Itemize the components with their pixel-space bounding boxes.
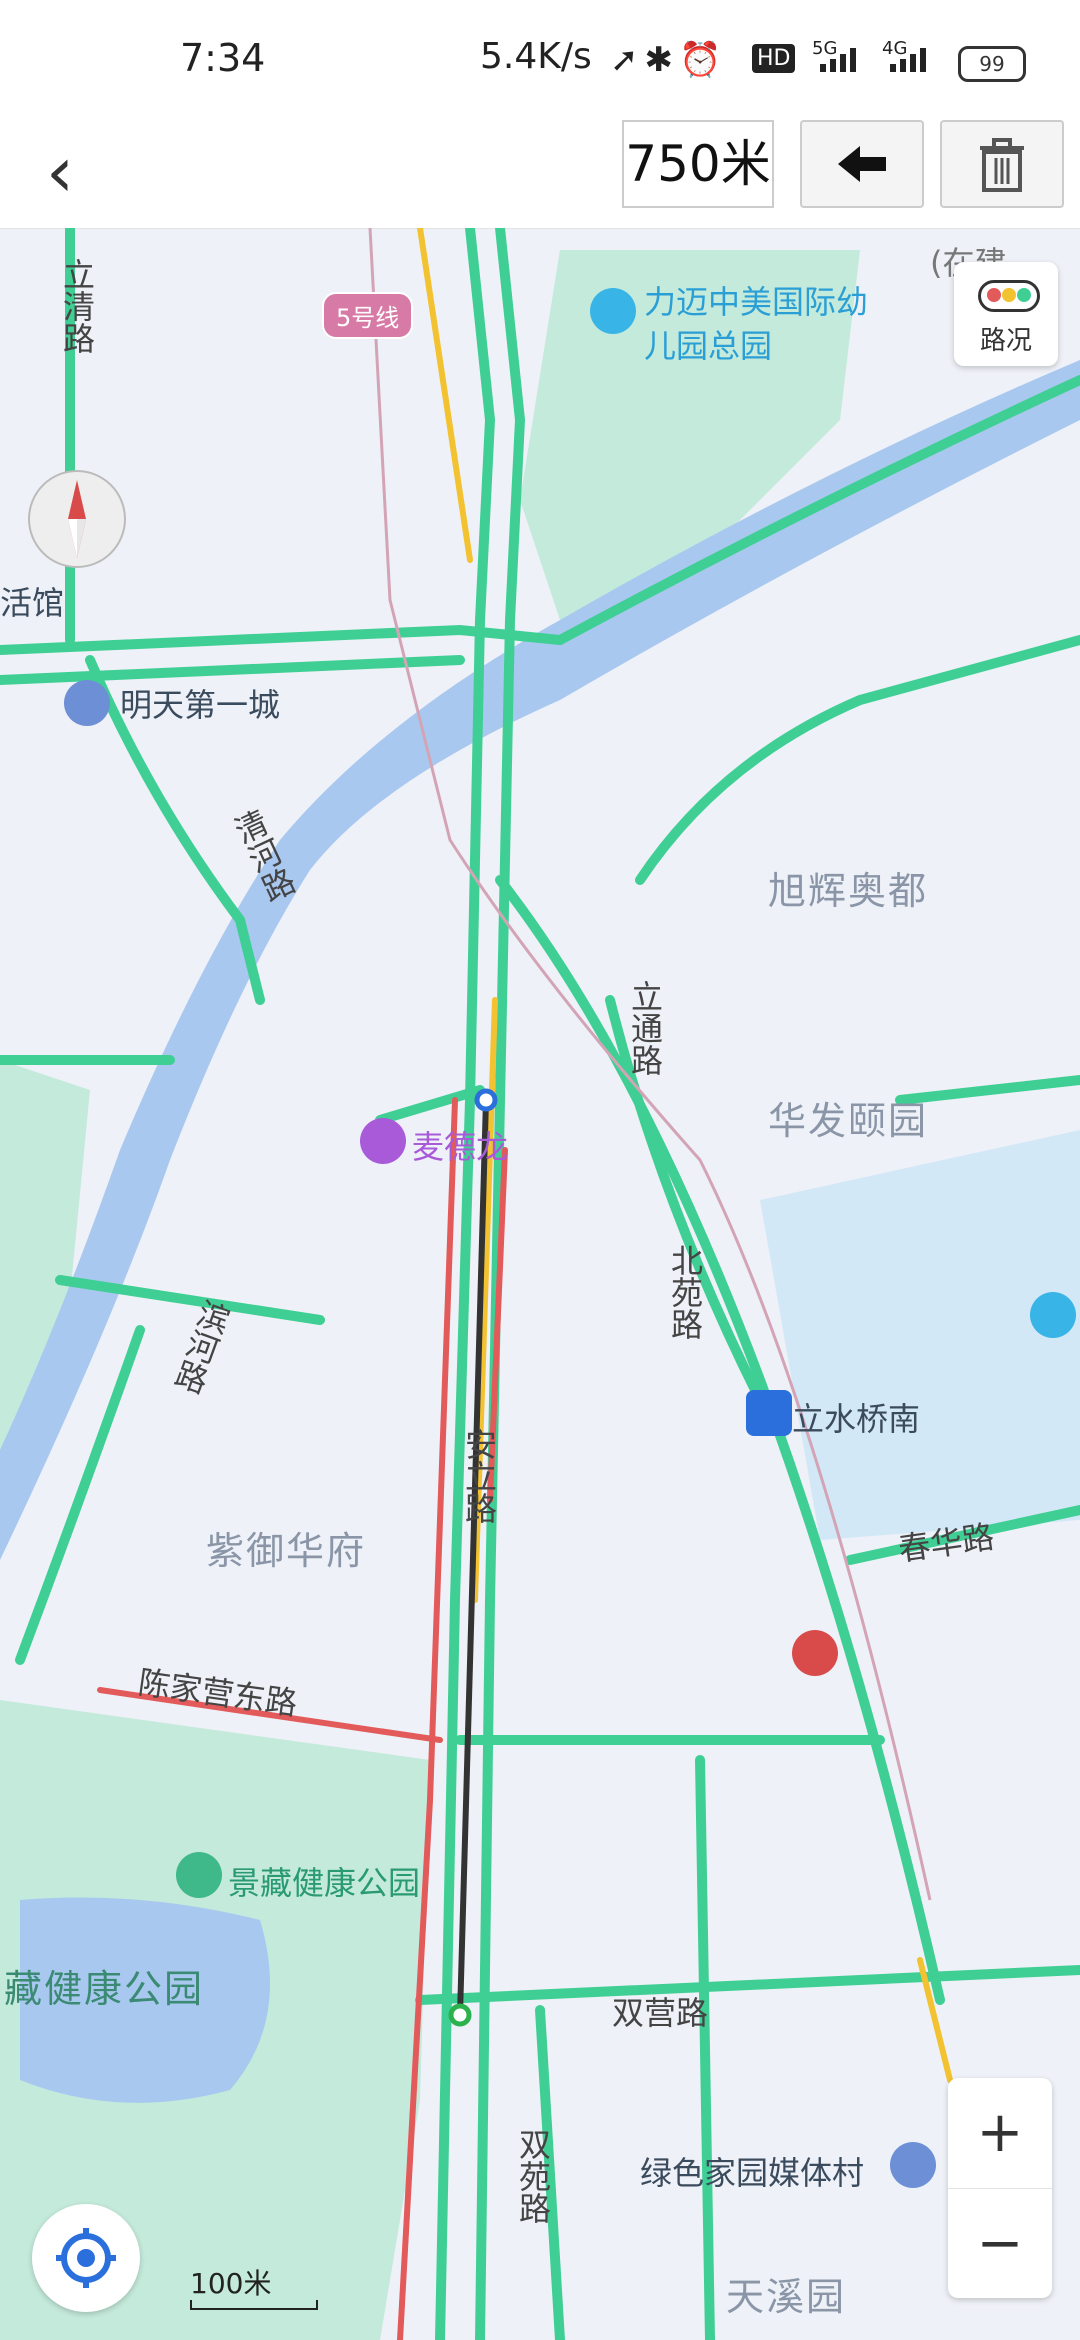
road bbox=[0, 655, 465, 685]
map-label: 双营路 bbox=[612, 1994, 709, 2032]
status-icons: ➚✱⏰ bbox=[610, 40, 727, 80]
signal-icon bbox=[890, 48, 926, 72]
locate-icon bbox=[56, 2228, 116, 2288]
residence-pin-icon[interactable] bbox=[64, 680, 110, 726]
road bbox=[635, 635, 1080, 885]
delete-button[interactable] bbox=[940, 120, 1064, 208]
bluetooth-icon: ✱ bbox=[644, 40, 679, 80]
location-arrow-icon: ➚ bbox=[610, 40, 645, 80]
undo-button[interactable] bbox=[800, 120, 924, 208]
zoom-out-button[interactable]: − bbox=[948, 2188, 1052, 2299]
scale-bar bbox=[190, 2300, 318, 2310]
measure-end-point bbox=[448, 2003, 472, 2027]
map-layer bbox=[0, 228, 1080, 2340]
map-label: 立通路 bbox=[626, 980, 664, 1076]
subway-station-icon[interactable] bbox=[792, 1630, 838, 1676]
map-label: 紫御华府 bbox=[206, 1529, 367, 1573]
water-area bbox=[760, 1130, 1080, 1540]
net-speed: 5.4K/s bbox=[480, 36, 592, 77]
map-label: 华发颐园 bbox=[768, 1099, 929, 1143]
map-label: 天溪园 bbox=[726, 2275, 847, 2319]
map-label: 景藏健康公园 bbox=[228, 1864, 421, 1902]
map-label: 麦德龙 bbox=[412, 1128, 509, 1166]
metro-line-badge[interactable]: 5号线 bbox=[322, 292, 414, 339]
bus-stop-pin-icon[interactable] bbox=[746, 1390, 792, 1436]
map-label: 绿色家园媒体村 bbox=[640, 2154, 865, 2192]
shopping-pin-icon[interactable] bbox=[360, 1118, 406, 1164]
signal-icon bbox=[820, 48, 856, 72]
map-label: 北苑路 bbox=[666, 1244, 704, 1340]
map-canvas[interactable]: 5号线 (在建 立清路 活馆 明天第一城 力迈中美国际幼儿园总园 清河路 旭辉奥… bbox=[0, 228, 1080, 2340]
map-label: 明天第一城 bbox=[120, 686, 281, 724]
compass-needle bbox=[68, 480, 86, 558]
zoom-in-button[interactable]: + bbox=[948, 2078, 1052, 2188]
road bbox=[415, 1965, 1080, 2005]
school-pin-icon[interactable] bbox=[590, 288, 636, 334]
distance-readout: 750米 bbox=[622, 120, 774, 208]
measure-toolbar: ‹ 750米 bbox=[0, 120, 1080, 229]
map-label: 力迈中美国际幼儿园总园 bbox=[644, 283, 869, 365]
lab-pin-icon[interactable] bbox=[1030, 1292, 1076, 1338]
locate-button[interactable] bbox=[32, 2204, 140, 2312]
map-label: 旭辉奥都 bbox=[768, 869, 929, 913]
map-label: 双苑路 bbox=[514, 2128, 552, 2224]
alarm-icon: ⏰ bbox=[679, 40, 728, 80]
road-slow bbox=[417, 228, 473, 563]
chevron-left-icon[interactable]: ‹ bbox=[30, 132, 90, 212]
map-label: 立水桥南 bbox=[792, 1400, 921, 1438]
status-time: 7:34 bbox=[180, 36, 266, 80]
battery-indicator: 99 bbox=[958, 46, 1026, 82]
traffic-label: 路况 bbox=[979, 326, 1032, 356]
map-label: 活馆 bbox=[0, 584, 65, 622]
compass-icon[interactable] bbox=[28, 470, 126, 568]
zoom-controls: + − bbox=[948, 2078, 1052, 2298]
measure-start-point bbox=[474, 1088, 498, 1112]
traffic-toggle-button[interactable]: 路况 bbox=[954, 262, 1058, 366]
traffic-light-icon bbox=[978, 280, 1040, 312]
map-label: 立清路 bbox=[58, 258, 96, 354]
map-label: 藏健康公园 bbox=[4, 1967, 205, 2011]
status-bar: 7:34 5.4K/s ➚✱⏰ HD 5G 4G 99 bbox=[0, 0, 1080, 120]
arrow-left-icon bbox=[838, 146, 886, 182]
residence-pin-icon[interactable] bbox=[890, 2142, 936, 2188]
park-pin-icon[interactable] bbox=[176, 1852, 222, 1898]
scale-label: 100米 bbox=[190, 2267, 272, 2300]
trash-icon bbox=[980, 138, 1024, 192]
road bbox=[695, 1755, 715, 2340]
map-label: 安立路 bbox=[460, 1428, 498, 1524]
hd-badge: HD bbox=[752, 44, 796, 73]
